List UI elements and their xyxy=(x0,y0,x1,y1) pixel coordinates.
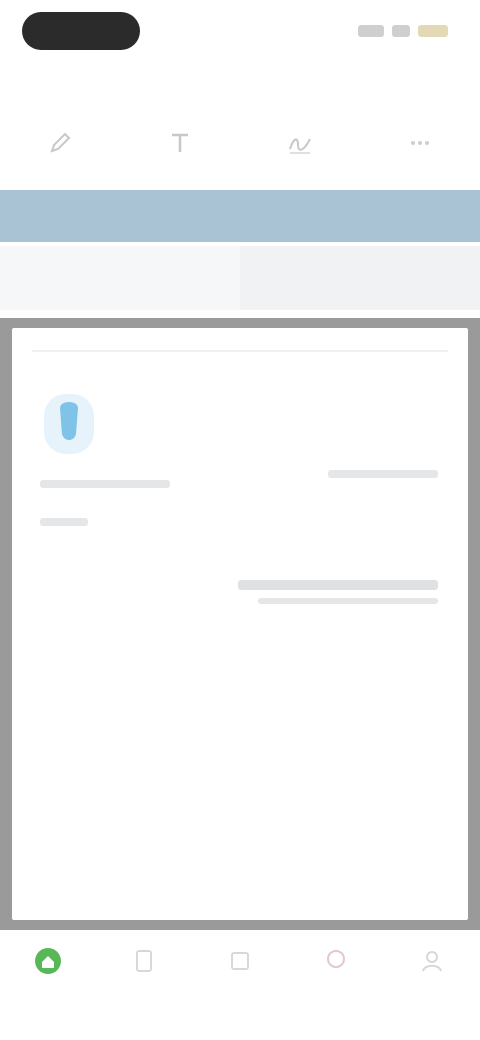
home-icon xyxy=(35,948,61,974)
bottom-tab-bar xyxy=(0,934,480,1040)
segment-second[interactable] xyxy=(240,246,480,310)
tool-more[interactable] xyxy=(390,123,450,179)
doc-text-line xyxy=(40,518,88,526)
status-icons xyxy=(358,22,448,40)
doc-header-rule xyxy=(32,350,448,352)
scan-icon xyxy=(231,952,249,970)
document-page[interactable] xyxy=(12,328,468,920)
wifi-icon xyxy=(392,25,410,37)
tab-share[interactable] xyxy=(301,946,371,1006)
tab-documents[interactable] xyxy=(109,946,179,1006)
time-pill xyxy=(22,12,140,50)
signature-icon xyxy=(289,138,311,154)
text-icon xyxy=(172,133,188,152)
info-banner xyxy=(0,190,480,242)
doc-text-line xyxy=(328,470,438,478)
nav-bar xyxy=(0,62,480,114)
tool-text[interactable] xyxy=(150,123,210,179)
segmented-control xyxy=(0,246,480,310)
status-bar xyxy=(0,0,480,62)
tab-profile[interactable] xyxy=(397,946,467,1006)
tab-scan[interactable] xyxy=(205,946,275,1006)
share-icon xyxy=(327,950,345,968)
tab-home[interactable] xyxy=(13,946,83,1006)
page-title xyxy=(140,74,340,102)
tool-row xyxy=(0,118,480,184)
tool-pencil[interactable] xyxy=(30,123,90,179)
segment-first[interactable] xyxy=(0,246,240,310)
document-icon xyxy=(136,950,152,972)
doc-text-line xyxy=(40,480,170,488)
tool-signature[interactable] xyxy=(270,123,330,179)
pencil-icon xyxy=(50,132,71,153)
profile-icon xyxy=(422,951,442,972)
battery-icon xyxy=(418,25,448,37)
doc-text-line xyxy=(238,580,438,590)
signal-icon xyxy=(358,25,384,37)
more-icon xyxy=(411,141,429,145)
doc-text-line xyxy=(258,598,438,604)
document-preview-frame xyxy=(0,318,480,930)
document-logo-icon xyxy=(44,394,94,454)
